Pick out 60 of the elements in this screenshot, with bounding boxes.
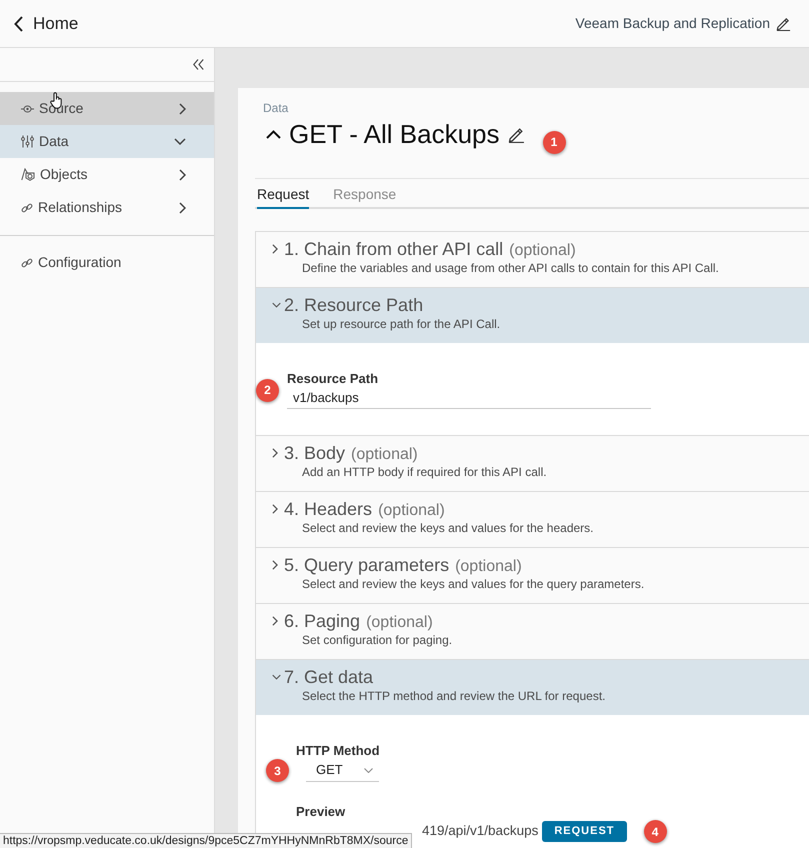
annotation-marker: 4 <box>644 820 667 843</box>
section-title: 4. Headers <box>284 499 372 519</box>
section-description: Define the variables and usage from other API calls to contain for this API Call. <box>301 260 720 277</box>
annotation-marker: 1 <box>542 130 566 154</box>
page-title: GET - All Backups <box>289 118 500 150</box>
sidebar-item[interactable]: Configuration <box>0 246 214 279</box>
section-description: Select and review the keys and values for the query parameters. <box>301 576 646 593</box>
field-label: Preview <box>296 804 346 820</box>
chevron-left-icon <box>14 16 23 32</box>
tab[interactable]: Request <box>257 179 310 209</box>
eye-icon <box>21 104 34 112</box>
back-link[interactable]: Home <box>14 10 78 36</box>
annotation-marker: 2 <box>256 378 279 402</box>
section-title: 6. Paging <box>284 611 360 631</box>
section-header[interactable]: 2. Resource Path Set up resource path for the API Call. <box>256 288 809 343</box>
double-chevron-left-icon[interactable] <box>193 59 204 70</box>
optional-note: (optional) <box>509 242 576 259</box>
shapes-icon <box>21 168 35 181</box>
section-description: Set up resource path for the API Call. <box>301 316 502 333</box>
chevron-right-icon <box>272 448 278 458</box>
section-description: Set configuration for paging. <box>301 632 454 649</box>
chevron-down-icon <box>272 674 281 680</box>
breadcrumb: Data <box>262 100 290 116</box>
method-dropdown[interactable]: GET <box>306 760 379 782</box>
field-label: HTTP Method <box>296 743 381 759</box>
link-icon <box>21 202 33 214</box>
optional-note: (optional) <box>366 614 433 631</box>
pencil-icon[interactable] <box>776 16 791 31</box>
section-title: 3. Body <box>284 443 346 463</box>
section-description: Select the HTTP method and review the URL for request. <box>301 688 606 705</box>
app-name: Veeam Backup and Replication <box>575 14 770 33</box>
chevron-up-icon[interactable] <box>266 130 281 138</box>
sliders-icon <box>21 135 34 148</box>
resource-path-field[interactable]: v1/backups <box>287 387 651 409</box>
field-label: Resource Path <box>287 371 380 387</box>
optional-note: (optional) <box>455 558 522 575</box>
link-icon <box>21 256 33 268</box>
section-description: Add an HTTP body if required for this API call. <box>301 464 548 481</box>
preview-url: 419/api/v1/backups <box>422 822 538 840</box>
section-title: 2. Resource Path <box>284 295 424 315</box>
chevron-right-icon <box>272 616 278 626</box>
section-header[interactable]: 7. Get data Select the HTTP method and review the URL for request. <box>256 660 809 715</box>
section-title: 7. Get data <box>284 667 374 687</box>
chevron-down-icon <box>272 302 281 308</box>
section-description: Select and review the keys and values for the headers. <box>301 520 595 537</box>
annotation-marker: 3 <box>266 759 289 782</box>
sidebar-item[interactable]: Objects <box>0 158 214 191</box>
chevron-right-icon <box>272 504 278 514</box>
sidebar-item[interactable]: Relationships <box>0 191 214 224</box>
section-title: 1. Chain from other API call <box>284 239 504 259</box>
optional-note: (optional) <box>351 446 418 463</box>
pencil-icon[interactable] <box>508 126 524 142</box>
caret-down-icon <box>364 768 373 772</box>
request-button[interactable]: REQUEST <box>542 821 627 842</box>
chevron-right-icon <box>272 560 278 570</box>
optional-note: (optional) <box>378 502 445 519</box>
section-title: 5. Query parameters <box>284 555 450 575</box>
chevron-right-icon <box>272 244 278 254</box>
sidebar-item[interactable]: Data <box>0 125 214 158</box>
link-url-tooltip: https://vropsmp.veducate.co.uk/designs/9pce5CZ7mYHHyNMnRbT8MX/source <box>0 833 412 848</box>
